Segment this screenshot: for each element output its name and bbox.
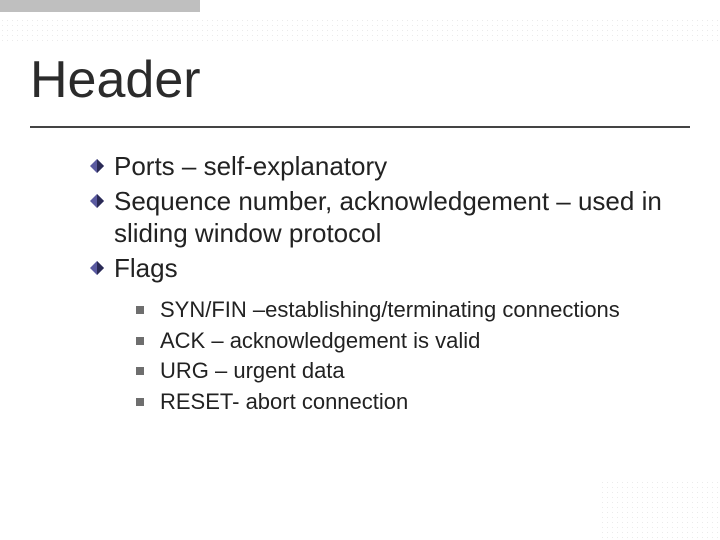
slide: Header Ports – self-explanatory Sequence… bbox=[0, 0, 720, 540]
top-bar-decoration bbox=[0, 0, 200, 12]
content-area: Ports – self-explanatory Sequence number… bbox=[90, 150, 680, 418]
diamond-bullet-icon bbox=[90, 261, 104, 275]
page-title: Header bbox=[30, 50, 201, 110]
sub-bullet-text: URG – urgent data bbox=[160, 357, 345, 386]
sub-bullet-text: RESET- abort connection bbox=[160, 388, 408, 417]
sub-bullet-item: URG – urgent data bbox=[136, 357, 680, 386]
diamond-bullet-icon bbox=[90, 159, 104, 173]
diamond-bullet-icon bbox=[90, 194, 104, 208]
square-bullet-icon bbox=[136, 367, 144, 375]
sub-bullet-item: SYN/FIN –establishing/terminating connec… bbox=[136, 296, 680, 325]
square-bullet-icon bbox=[136, 337, 144, 345]
bullet-text: Ports – self-explanatory bbox=[114, 150, 387, 183]
dotted-texture-corner bbox=[600, 480, 720, 540]
square-bullet-icon bbox=[136, 398, 144, 406]
dotted-texture-top bbox=[0, 18, 720, 42]
title-divider bbox=[30, 126, 690, 128]
bullet-item: Ports – self-explanatory bbox=[90, 150, 680, 183]
bullet-text: Sequence number, acknowledgement – used … bbox=[114, 185, 680, 250]
sub-bullet-item: ACK – acknowledgement is valid bbox=[136, 327, 680, 356]
bullet-text: Flags bbox=[114, 252, 178, 285]
bullet-item: Flags bbox=[90, 252, 680, 285]
sub-bullet-text: SYN/FIN –establishing/terminating connec… bbox=[160, 296, 620, 325]
bullet-item: Sequence number, acknowledgement – used … bbox=[90, 185, 680, 250]
sub-bullet-list: SYN/FIN –establishing/terminating connec… bbox=[136, 296, 680, 416]
sub-bullet-text: ACK – acknowledgement is valid bbox=[160, 327, 480, 356]
sub-bullet-item: RESET- abort connection bbox=[136, 388, 680, 417]
square-bullet-icon bbox=[136, 306, 144, 314]
